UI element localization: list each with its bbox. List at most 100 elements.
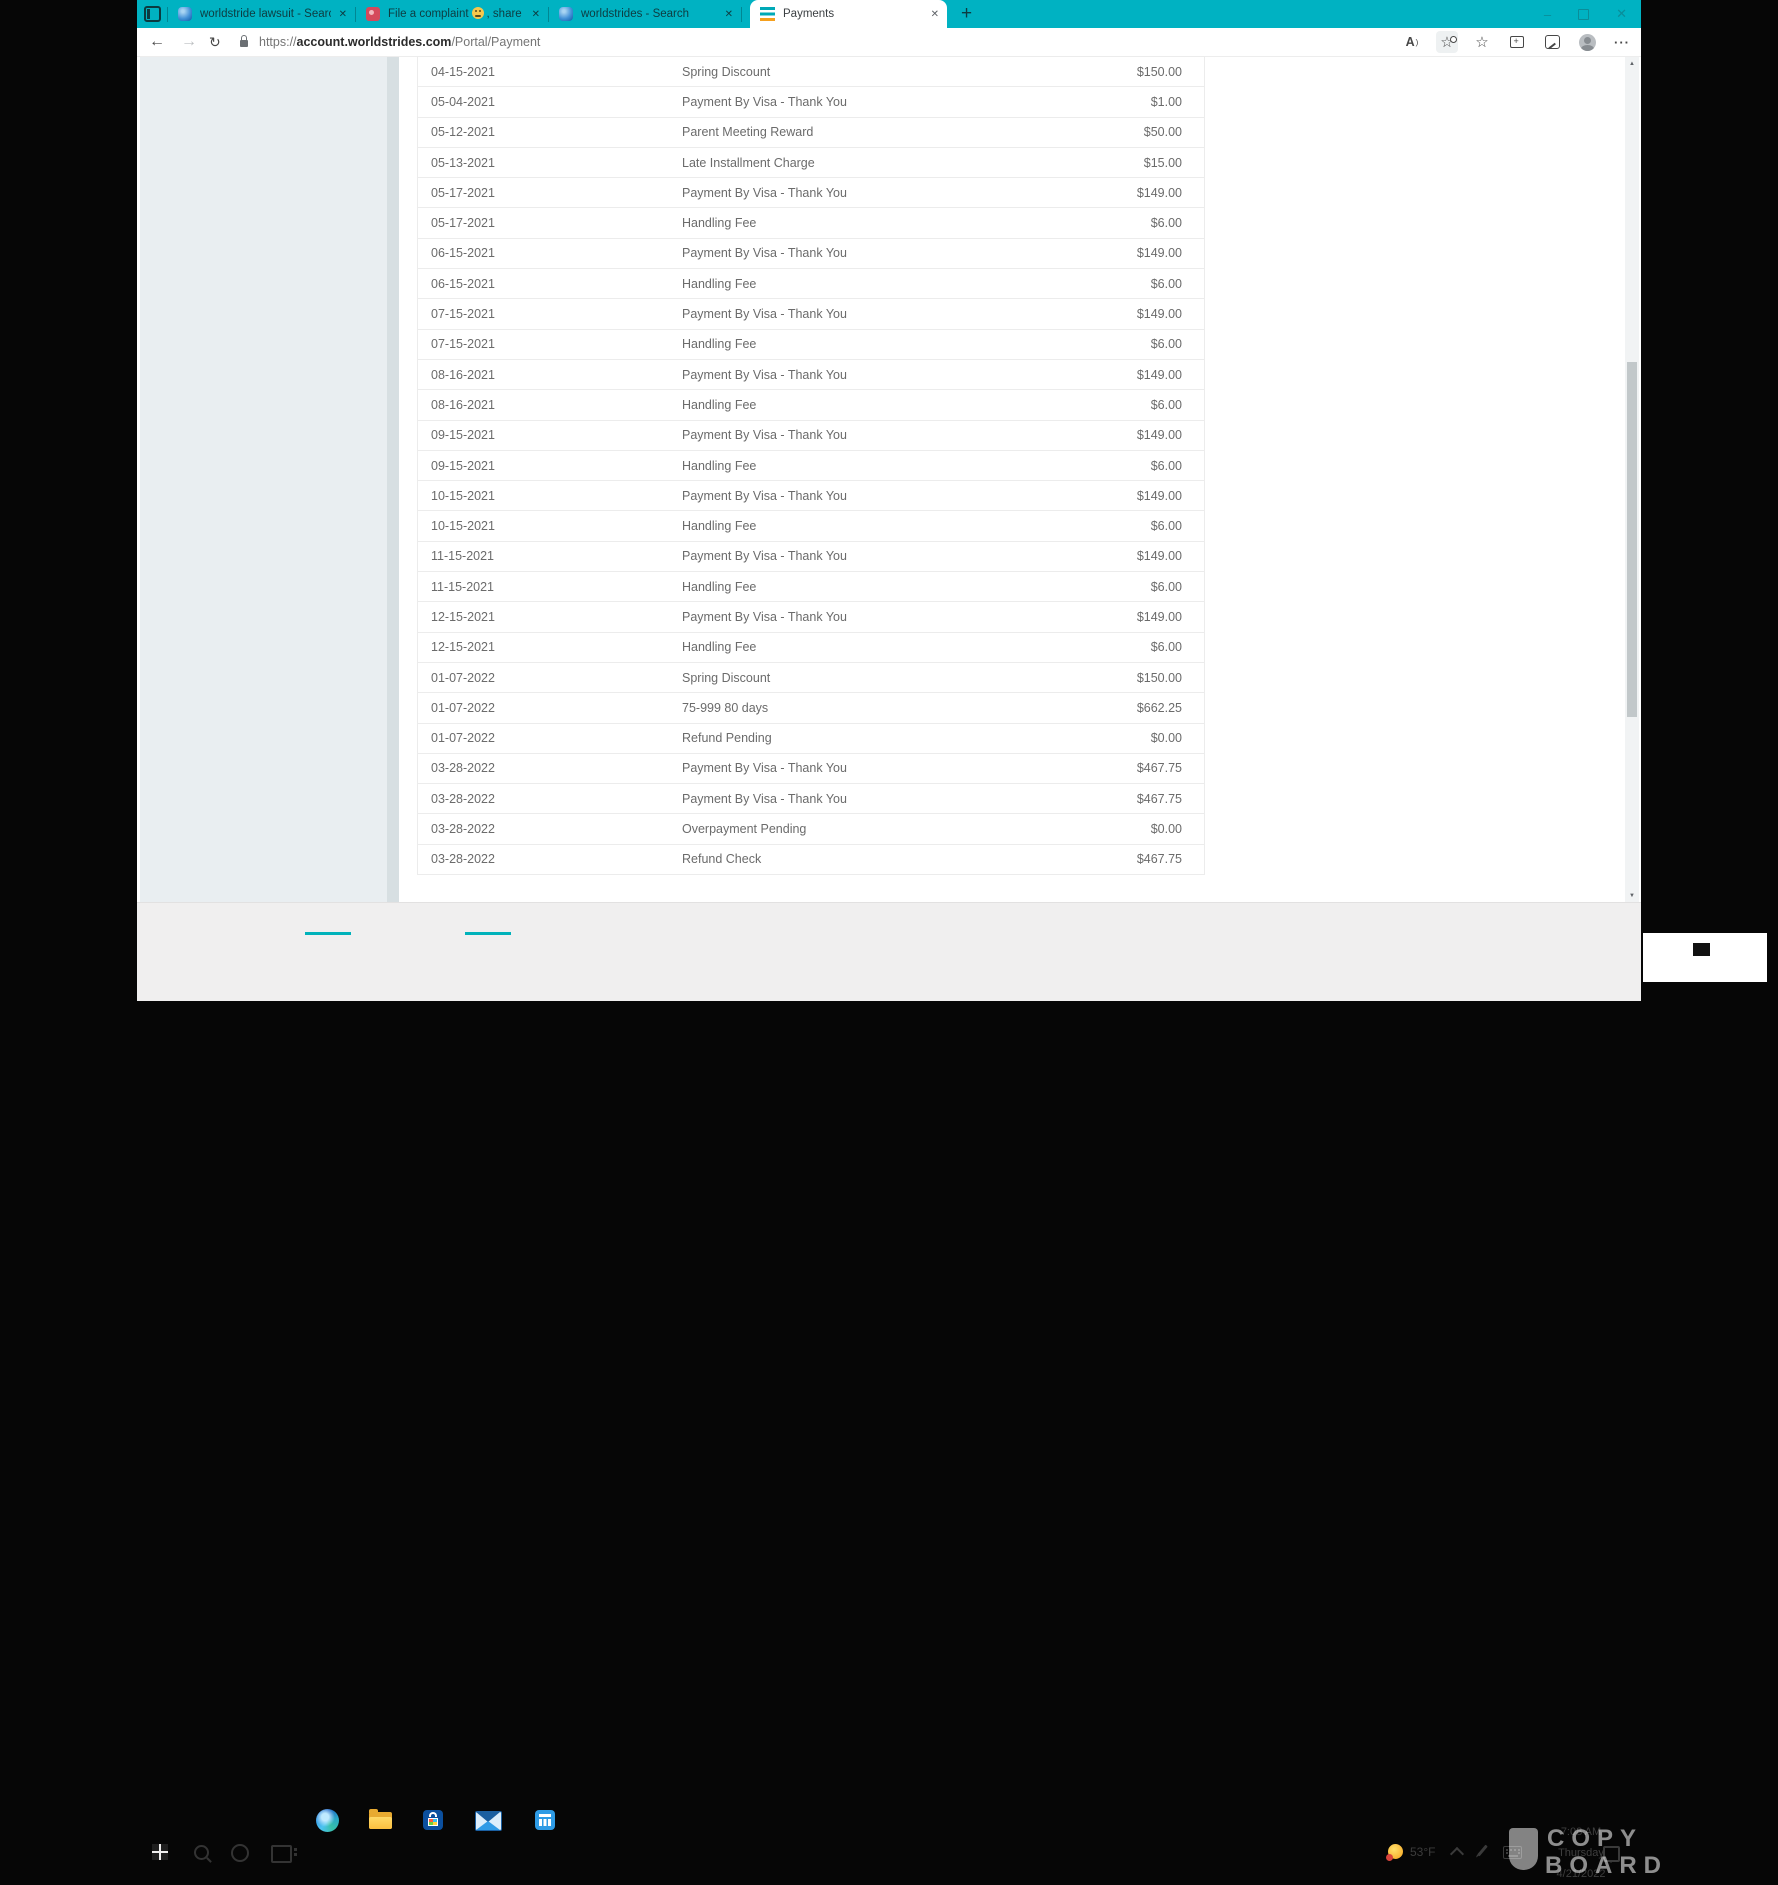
worldstrides-favicon-icon bbox=[760, 7, 775, 21]
close-window-button[interactable]: ✕ bbox=[1616, 6, 1627, 22]
table-row: 05-12-2021 Parent Meeting Reward $50.00 bbox=[417, 116, 1205, 148]
touch-keyboard-icon[interactable] bbox=[1503, 1846, 1522, 1859]
payment-description: Payment By Visa - Thank You bbox=[682, 761, 847, 776]
tab-actions-icon bbox=[143, 6, 161, 22]
table-row: 05-17-2021 Handling Fee $6.00 bbox=[417, 207, 1205, 239]
payment-description: Refund Check bbox=[682, 852, 762, 867]
tab-file-a-complaint[interactable]: File a complaint, share your ✕ bbox=[356, 0, 548, 28]
close-tab-icon[interactable]: ✕ bbox=[339, 9, 347, 20]
table-row: 08-16-2021 Handling Fee $6.00 bbox=[417, 389, 1205, 421]
payment-description: Payment By Visa - Thank You bbox=[682, 367, 847, 382]
minimize-button[interactable]: – bbox=[1544, 7, 1551, 22]
clock-date: 4/21/2022 bbox=[1556, 1868, 1606, 1880]
taskbar-search-icon[interactable] bbox=[194, 1845, 209, 1860]
weather-temperature[interactable]: 53°F bbox=[1410, 1845, 1435, 1859]
table-row: 12-15-2021 Handling Fee $6.00 bbox=[417, 631, 1205, 663]
payment-amount: $50.00 bbox=[1143, 125, 1182, 140]
close-tab-icon[interactable]: ✕ bbox=[725, 9, 733, 20]
payment-description: Handling Fee bbox=[682, 337, 757, 352]
payment-description: Overpayment Pending bbox=[682, 822, 807, 837]
notifications-icon[interactable] bbox=[1603, 1846, 1620, 1863]
payment-description: Handling Fee bbox=[682, 276, 757, 291]
lock-icon bbox=[240, 35, 248, 47]
table-row: 03-28-2022 Payment By Visa - Thank You $… bbox=[417, 752, 1205, 785]
table-row: 05-13-2021 Late Installment Charge $15.0… bbox=[417, 146, 1205, 179]
scroll-up-icon[interactable]: ▲ bbox=[1625, 57, 1639, 70]
tab-separator bbox=[741, 6, 742, 22]
corner-logo-block bbox=[1643, 933, 1767, 982]
payment-date: 08-16-2021 bbox=[431, 397, 495, 412]
taskbar-store-icon[interactable] bbox=[423, 1810, 443, 1830]
tab-worldstrides-search[interactable]: worldstrides - Search ✕ bbox=[549, 0, 741, 28]
browser-toolbar: ← → ↻ https://account.worldstrides.com/P… bbox=[137, 28, 1641, 57]
payment-amount: $467.75 bbox=[1136, 761, 1182, 776]
table-row: 01-07-2022 Refund Pending $0.00 bbox=[417, 722, 1205, 754]
taskbar-edge-icon[interactable] bbox=[316, 1809, 339, 1832]
table-row: 04-15-2021 Spring Discount $150.00 bbox=[417, 56, 1205, 88]
maximize-button[interactable] bbox=[1578, 8, 1590, 20]
payment-amount: $149.00 bbox=[1136, 367, 1182, 382]
profile-avatar[interactable] bbox=[1576, 31, 1598, 53]
refresh-button[interactable]: ↻ bbox=[209, 28, 221, 56]
scrollbar-thumb[interactable] bbox=[1627, 362, 1637, 717]
table-row: 05-17-2021 Payment By Visa - Thank You $… bbox=[417, 177, 1205, 209]
payment-description: Handling Fee bbox=[682, 519, 757, 534]
tab-payments-active[interactable]: Payments ✕ bbox=[750, 0, 947, 28]
payment-description: Payment By Visa - Thank You bbox=[682, 609, 847, 624]
collections-icon[interactable] bbox=[1506, 31, 1528, 53]
settings-menu-icon[interactable]: ··· bbox=[1611, 31, 1633, 53]
toolbar-right-icons: A) ☆ ☆ ··· bbox=[1401, 28, 1633, 56]
tab-title: worldstride lawsuit - Search bbox=[200, 8, 331, 20]
neutral-face-emoji-icon bbox=[471, 7, 484, 19]
weather-icon[interactable] bbox=[1386, 1844, 1403, 1861]
page-content: 04-15-2021 Spring Discount $150.00 05-04… bbox=[137, 56, 1641, 902]
start-button[interactable] bbox=[152, 1844, 168, 1860]
payment-date: 07-15-2021 bbox=[431, 337, 495, 352]
payment-date: 05-12-2021 bbox=[431, 125, 495, 140]
payment-amount: $149.00 bbox=[1136, 307, 1182, 322]
address-bar[interactable]: https://account.worldstrides.com/Portal/… bbox=[259, 28, 540, 56]
payment-date: 05-17-2021 bbox=[431, 216, 495, 231]
close-tab-icon[interactable]: ✕ bbox=[532, 9, 540, 20]
payment-description: Handling Fee bbox=[682, 579, 757, 594]
payment-amount: $0.00 bbox=[1150, 731, 1182, 746]
taskbar-mail-icon[interactable] bbox=[475, 1811, 502, 1831]
payment-amount: $15.00 bbox=[1143, 155, 1182, 170]
window-controls: – ✕ bbox=[1544, 0, 1627, 28]
pen-icon[interactable] bbox=[1477, 1844, 1488, 1857]
payment-description: Payment By Visa - Thank You bbox=[682, 549, 847, 564]
payment-date: 03-28-2022 bbox=[431, 822, 495, 837]
taskbar-file-explorer-icon[interactable] bbox=[369, 1809, 392, 1829]
payment-amount: $150.00 bbox=[1136, 64, 1182, 79]
close-tab-icon[interactable]: ✕ bbox=[931, 9, 939, 20]
new-tab-button[interactable]: + bbox=[961, 1, 972, 27]
payment-amount: $6.00 bbox=[1150, 519, 1182, 534]
payment-description: 75-999 80 days bbox=[682, 700, 769, 715]
payment-description: Parent Meeting Reward bbox=[682, 125, 814, 140]
task-view-icon[interactable] bbox=[271, 1845, 297, 1863]
payment-amount: $149.00 bbox=[1136, 428, 1182, 443]
table-row: 07-15-2021 Handling Fee $6.00 bbox=[417, 328, 1205, 360]
table-row: 03-28-2022 Payment By Visa - Thank You $… bbox=[417, 783, 1205, 815]
add-favorite-icon[interactable]: ☆ bbox=[1436, 31, 1458, 53]
cortana-icon[interactable] bbox=[231, 1844, 249, 1862]
tab-actions-menu-button[interactable] bbox=[137, 0, 167, 28]
table-row: 10-15-2021 Payment By Visa - Thank You $… bbox=[417, 480, 1205, 512]
favorites-icon[interactable]: ☆ bbox=[1471, 31, 1493, 53]
vertical-scrollbar[interactable]: ▲ ▼ bbox=[1625, 57, 1639, 902]
scroll-down-icon[interactable]: ▼ bbox=[1625, 889, 1639, 902]
tray-chevron-up-icon[interactable] bbox=[1449, 1846, 1465, 1862]
back-button[interactable]: ← bbox=[149, 28, 165, 56]
forward-button[interactable]: → bbox=[181, 28, 197, 56]
web-capture-icon[interactable] bbox=[1541, 31, 1563, 53]
payment-description: Handling Fee bbox=[682, 640, 757, 655]
payment-date: 07-15-2021 bbox=[431, 307, 495, 322]
read-aloud-icon[interactable]: A) bbox=[1401, 31, 1423, 53]
corner-logo-mark bbox=[1693, 943, 1710, 956]
captured-screen: worldstride lawsuit - Search ✕ File a co… bbox=[137, 0, 1661, 1880]
payment-amount: $150.00 bbox=[1136, 670, 1182, 685]
tab-worldstride-lawsuit-search[interactable]: worldstride lawsuit - Search ✕ bbox=[168, 0, 355, 28]
table-row: 03-28-2022 Overpayment Pending $0.00 bbox=[417, 813, 1205, 845]
taskbar-app-icon[interactable] bbox=[535, 1810, 555, 1830]
payment-description: Handling Fee bbox=[682, 458, 757, 473]
